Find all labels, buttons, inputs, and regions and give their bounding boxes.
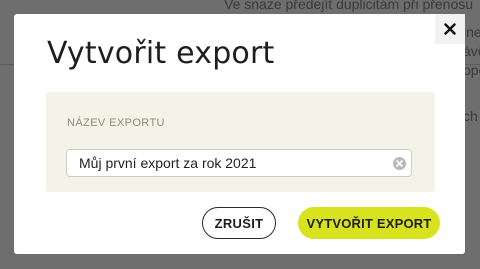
background-text: ine — [463, 24, 480, 40]
create-export-button[interactable]: VYTVOŘIT EXPORT — [298, 207, 440, 239]
background-text: ope — [463, 62, 480, 78]
background-text: ávě — [463, 43, 480, 59]
background-text: ch — [463, 108, 478, 124]
close-button[interactable] — [435, 14, 465, 44]
clear-icon[interactable] — [393, 157, 406, 170]
close-icon — [444, 23, 456, 35]
export-name-label: NÁZEV EXPORTU — [67, 117, 165, 129]
background-text: Ve snaze předejít duplicitám při přenosu — [224, 0, 474, 12]
cancel-button[interactable]: ZRUŠIT — [202, 207, 276, 239]
dialog-title: Vytvořit export — [47, 36, 275, 71]
export-form-panel: NÁZEV EXPORTU — [46, 92, 435, 192]
create-export-dialog: Vytvořit export NÁZEV EXPORTU ZRUŠIT VYT… — [14, 14, 465, 254]
export-name-input[interactable] — [66, 149, 412, 177]
